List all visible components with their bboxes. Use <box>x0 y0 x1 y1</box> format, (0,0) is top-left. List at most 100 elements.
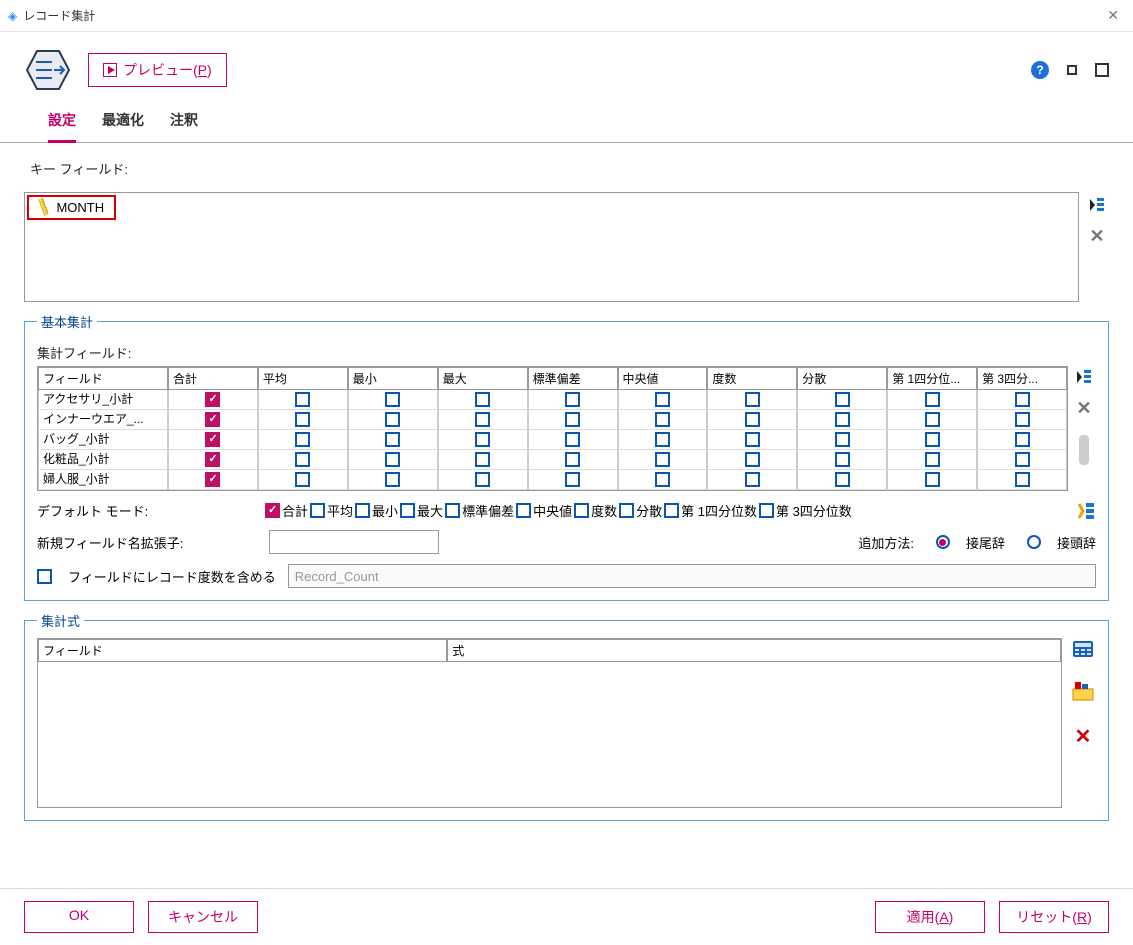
agg-checkbox[interactable] <box>745 472 760 487</box>
mode-checkbox[interactable] <box>310 503 325 518</box>
scrollbar[interactable] <box>1079 435 1089 465</box>
pick-fields-icon[interactable] <box>1088 196 1106 214</box>
mode-checkbox[interactable] <box>619 503 634 518</box>
agg-checkbox[interactable] <box>835 412 850 427</box>
agg-checkbox[interactable] <box>295 432 310 447</box>
agg-checkbox[interactable] <box>835 472 850 487</box>
agg-checkbox[interactable] <box>475 392 490 407</box>
table-row[interactable]: バッグ_小計 <box>38 430 1067 450</box>
radio-suffix[interactable] <box>936 535 950 549</box>
agg-checkbox[interactable] <box>295 412 310 427</box>
agg-col-header[interactable]: 最大 <box>438 367 528 390</box>
agg-checkbox[interactable] <box>925 392 940 407</box>
agg-checkbox[interactable] <box>925 412 940 427</box>
agg-checkbox[interactable] <box>1015 472 1030 487</box>
agg-checkbox[interactable] <box>925 452 940 467</box>
agg-checkbox[interactable] <box>925 472 940 487</box>
agg-checkbox[interactable] <box>205 432 220 447</box>
agg-col-header[interactable]: 分散 <box>797 367 887 390</box>
agg-checkbox[interactable] <box>205 392 220 407</box>
table-row[interactable]: 婦人服_小計 <box>38 470 1067 490</box>
agg-col-header[interactable]: 最小 <box>348 367 438 390</box>
mode-checkbox[interactable] <box>574 503 589 518</box>
maximize-icon[interactable] <box>1095 63 1109 77</box>
agg-checkbox[interactable] <box>565 452 580 467</box>
table-row[interactable]: インナーウエア_... <box>38 410 1067 430</box>
agg-table[interactable]: フィールド合計平均最小最大標準偏差中央値度数分散第 1四分位...第 3四分..… <box>37 366 1068 491</box>
agg-checkbox[interactable] <box>1015 452 1030 467</box>
agg-checkbox[interactable] <box>745 432 760 447</box>
agg-checkbox[interactable] <box>835 452 850 467</box>
agg-checkbox[interactable] <box>1015 392 1030 407</box>
agg-col-header[interactable]: 平均 <box>258 367 348 390</box>
agg-col-header[interactable]: 合計 <box>168 367 258 390</box>
preview-button[interactable]: プレビュー(P) <box>88 53 227 87</box>
apply-button[interactable]: 適用(A) <box>875 901 985 933</box>
agg-checkbox[interactable] <box>475 472 490 487</box>
agg-checkbox[interactable] <box>565 432 580 447</box>
help-icon[interactable]: ? <box>1031 61 1049 79</box>
mode-checkbox[interactable] <box>445 503 460 518</box>
agg-checkbox[interactable] <box>475 412 490 427</box>
clear-agg-icon[interactable]: ✕ <box>1076 398 1091 419</box>
agg-checkbox[interactable] <box>205 452 220 467</box>
agg-checkbox[interactable] <box>475 452 490 467</box>
mode-checkbox[interactable] <box>265 503 280 518</box>
tab-settings[interactable]: 設定 <box>48 104 76 143</box>
mode-checkbox[interactable] <box>664 503 679 518</box>
agg-col-header[interactable]: 第 1四分位... <box>887 367 977 390</box>
expression-builder-icon[interactable] <box>1072 681 1094 706</box>
table-row[interactable]: アクセサリ_小計 <box>38 390 1067 410</box>
agg-checkbox[interactable] <box>475 432 490 447</box>
delete-expr-icon[interactable]: ✕ <box>1075 724 1092 749</box>
agg-checkbox[interactable] <box>385 432 400 447</box>
agg-checkbox[interactable] <box>655 472 670 487</box>
agg-checkbox[interactable] <box>655 412 670 427</box>
agg-checkbox[interactable] <box>565 472 580 487</box>
agg-col-header[interactable]: 第 3四分... <box>977 367 1067 390</box>
agg-checkbox[interactable] <box>295 392 310 407</box>
reset-button[interactable]: リセット(R) <box>999 901 1109 933</box>
ok-button[interactable]: OK <box>24 901 134 933</box>
agg-checkbox[interactable] <box>385 472 400 487</box>
mode-checkbox[interactable] <box>759 503 774 518</box>
agg-checkbox[interactable] <box>925 432 940 447</box>
key-fields-list[interactable]: 📏 MONTH <box>24 192 1079 302</box>
tab-optimize[interactable]: 最適化 <box>102 104 144 142</box>
agg-checkbox[interactable] <box>205 472 220 487</box>
radio-prefix[interactable] <box>1027 535 1041 549</box>
count-field-name-input[interactable]: Record_Count <box>288 564 1096 588</box>
agg-checkbox[interactable] <box>745 392 760 407</box>
agg-checkbox[interactable] <box>385 452 400 467</box>
agg-checkbox[interactable] <box>745 412 760 427</box>
key-field-chip[interactable]: 📏 MONTH <box>27 195 116 220</box>
agg-checkbox[interactable] <box>655 392 670 407</box>
agg-checkbox[interactable] <box>1015 412 1030 427</box>
include-count-checkbox[interactable] <box>37 569 52 584</box>
agg-checkbox[interactable] <box>565 392 580 407</box>
close-icon[interactable]: ✕ <box>1101 7 1125 24</box>
clear-key-icon[interactable]: ✕ <box>1089 226 1104 247</box>
mode-checkbox[interactable] <box>400 503 415 518</box>
agg-col-header[interactable]: 標準偏差 <box>528 367 618 390</box>
apply-all-icon[interactable] <box>1076 502 1096 520</box>
tab-annotate[interactable]: 注釈 <box>170 104 198 142</box>
pick-agg-fields-icon[interactable] <box>1075 368 1093 386</box>
agg-col-header[interactable]: 中央値 <box>618 367 708 390</box>
ext-input[interactable] <box>269 530 439 554</box>
agg-checkbox[interactable] <box>205 412 220 427</box>
agg-checkbox[interactable] <box>295 472 310 487</box>
agg-checkbox[interactable] <box>385 412 400 427</box>
agg-checkbox[interactable] <box>295 452 310 467</box>
agg-checkbox[interactable] <box>385 392 400 407</box>
agg-col-header[interactable]: フィールド <box>38 367 168 390</box>
restore-icon[interactable] <box>1067 65 1077 75</box>
agg-checkbox[interactable] <box>1015 432 1030 447</box>
agg-checkbox[interactable] <box>835 392 850 407</box>
agg-col-header[interactable]: 度数 <box>707 367 797 390</box>
expr-table[interactable]: フィールド 式 <box>37 638 1062 808</box>
agg-checkbox[interactable] <box>835 432 850 447</box>
agg-checkbox[interactable] <box>655 452 670 467</box>
agg-checkbox[interactable] <box>655 432 670 447</box>
agg-checkbox[interactable] <box>745 452 760 467</box>
